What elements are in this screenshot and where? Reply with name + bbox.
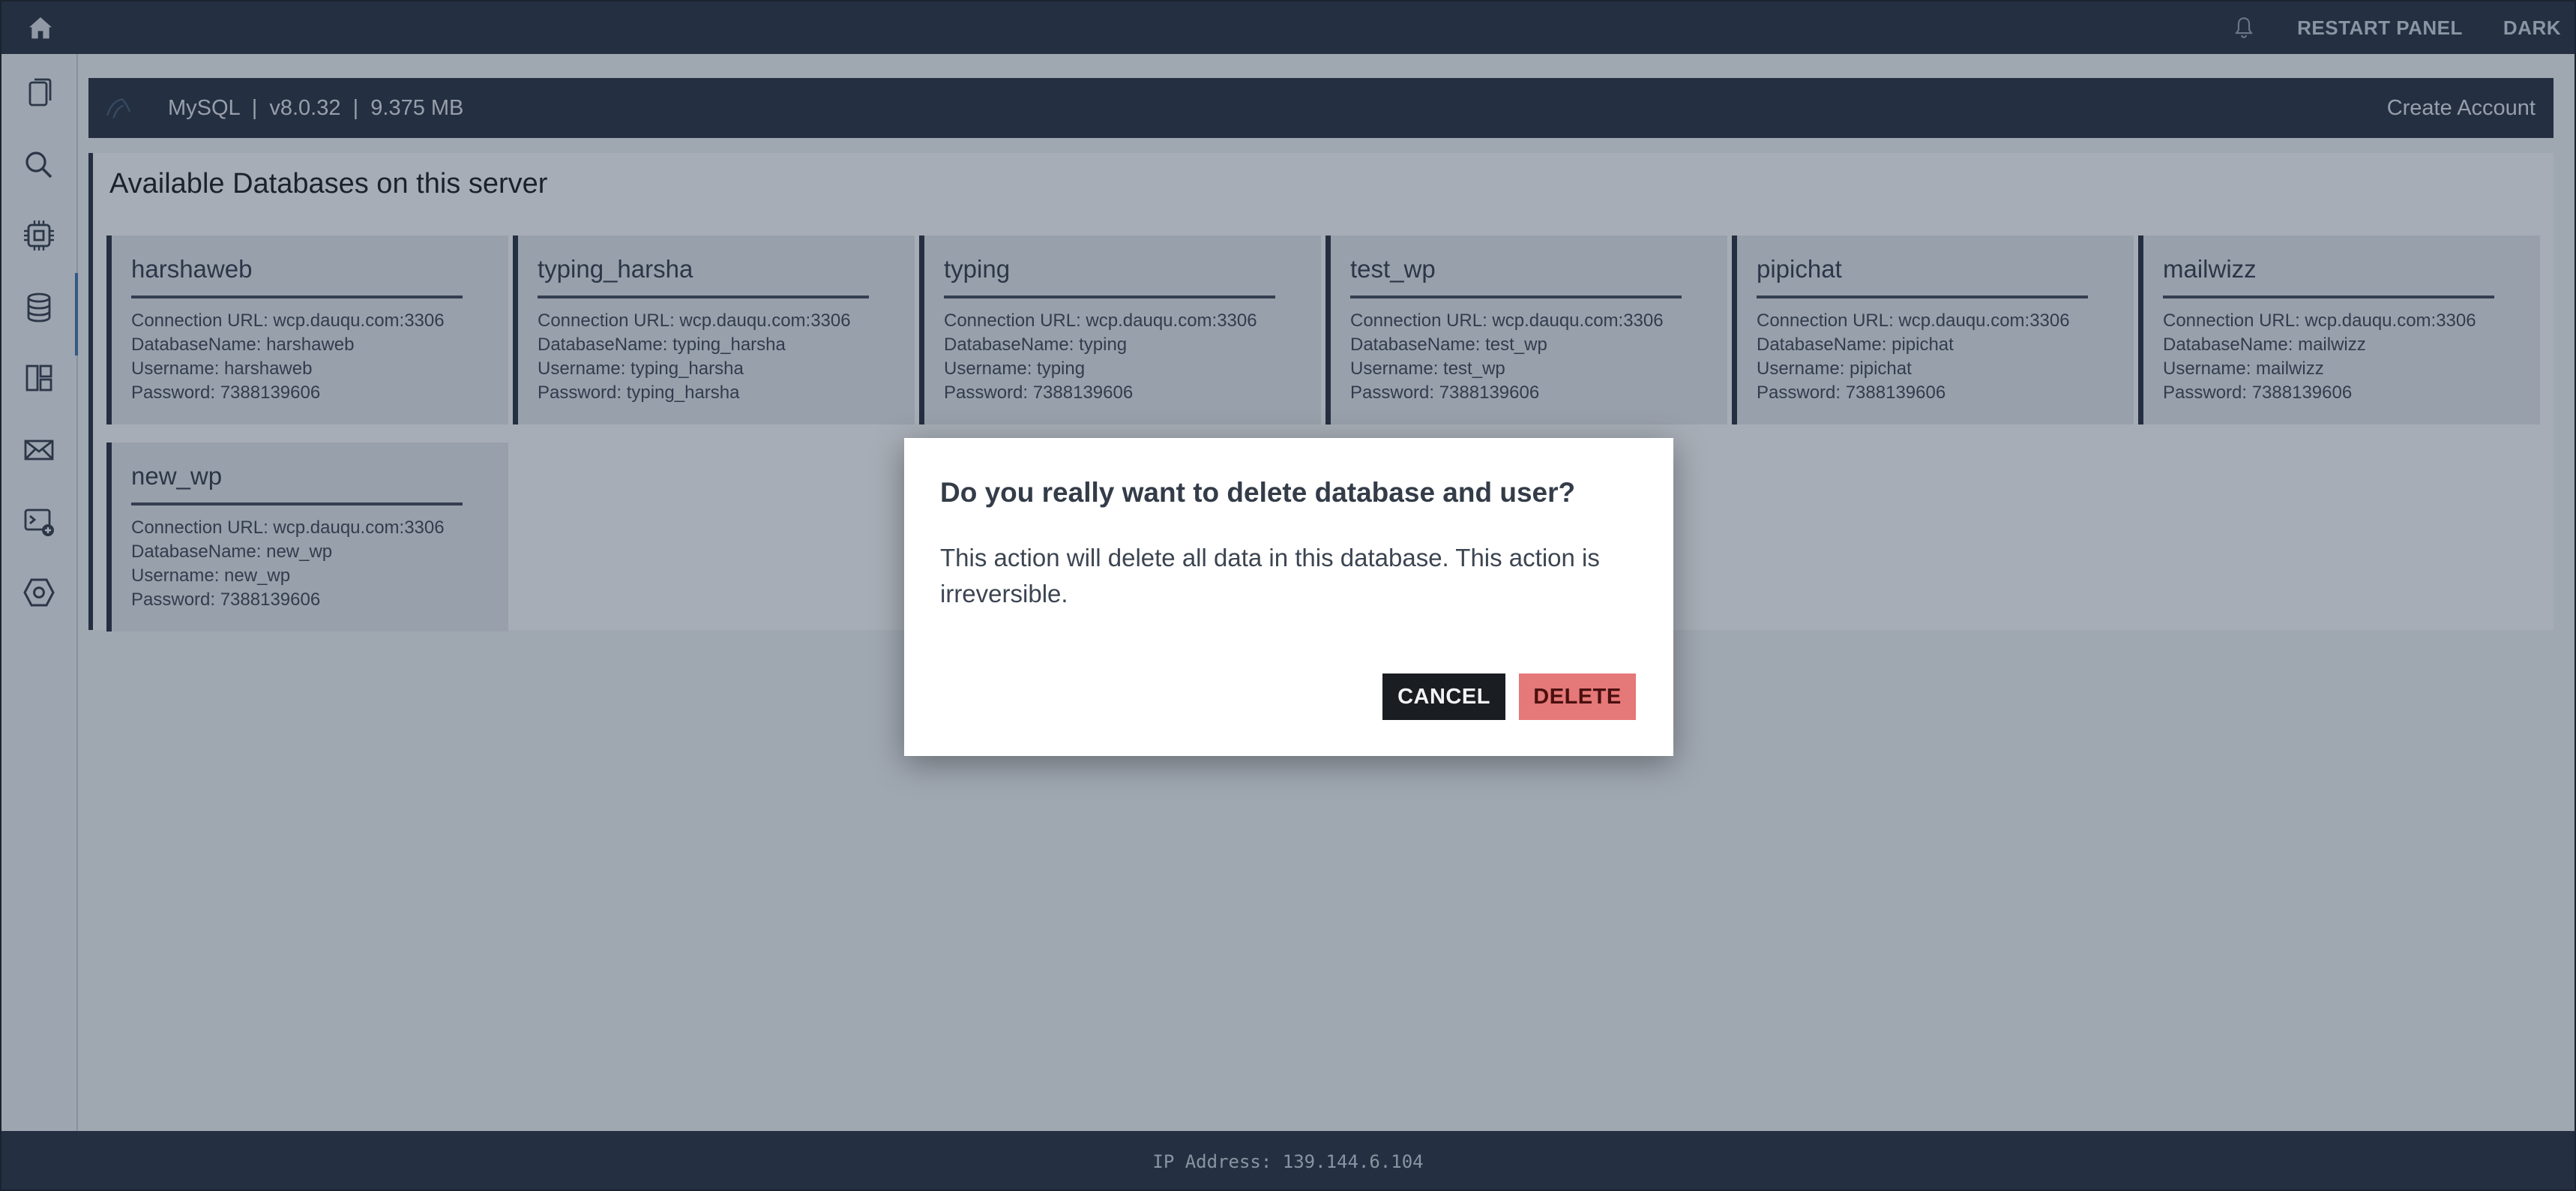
delete-button[interactable]: DELETE — [1519, 674, 1636, 720]
dialog-title: Do you really want to delete database an… — [940, 477, 1576, 508]
cancel-button[interactable]: CANCEL — [1382, 674, 1505, 720]
dialog-message: This action will delete all data in this… — [940, 544, 1600, 608]
app-window: RESTART PANEL DARK MySQL | v8.0.32 | 9.3… — [0, 0, 2576, 1191]
delete-confirm-dialog: Do you really want to delete database an… — [904, 438, 1673, 756]
